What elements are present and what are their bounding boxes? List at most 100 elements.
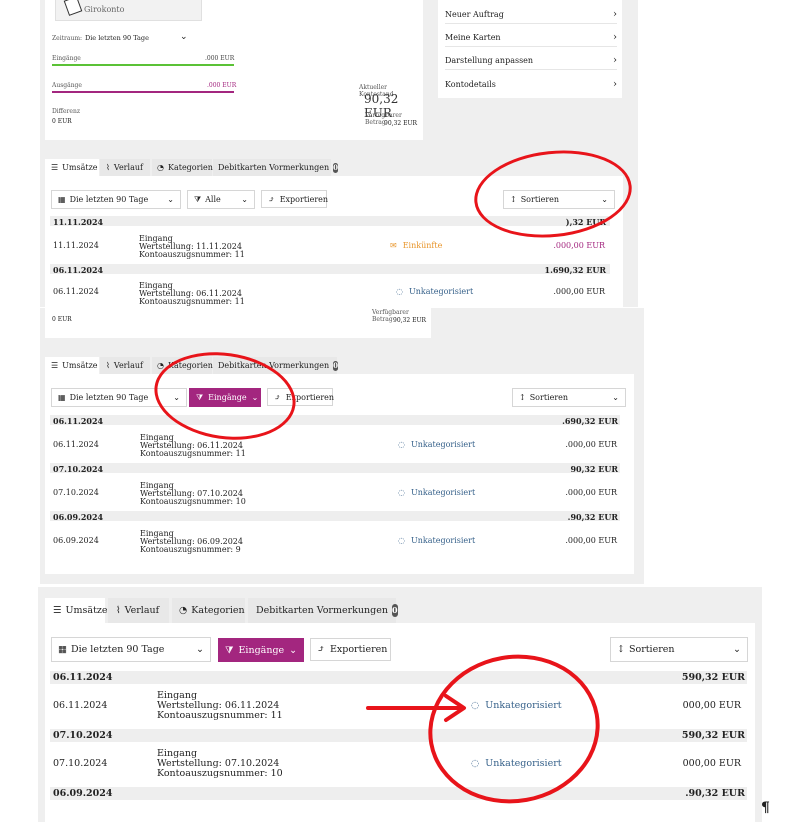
- tab-label: Umsätze: [62, 361, 98, 370]
- row-amount: .000,00 EUR: [553, 287, 605, 296]
- row-date: 06.11.2024: [53, 440, 99, 449]
- calendar-icon: ▦: [58, 644, 67, 655]
- difference-label: Differenz: [52, 108, 80, 115]
- row-line-3: Kontoauszugsnummer: 11: [157, 710, 283, 721]
- menu-item-new-order[interactable]: Neuer Auftrag ›: [445, 6, 617, 24]
- available-value: 90,32 EUR: [393, 317, 427, 324]
- sort-dropdown[interactable]: ↕ Sortieren ⌄: [610, 637, 748, 662]
- row-line-3: Kontoauszugsnummer: 9: [140, 545, 241, 554]
- count-badge: 0: [391, 604, 398, 617]
- category-label: Unkategorisiert: [410, 488, 476, 497]
- difference-value: 0 EUR: [52, 316, 72, 323]
- chevron-down-icon: ⌄: [196, 644, 204, 655]
- row-amount: .000,00 EUR: [565, 488, 617, 497]
- date-group-header: 06.11.2024 .690,32 EUR: [50, 415, 620, 426]
- tab-debit-card[interactable]: Debitkarten Vormerkungen 0: [248, 598, 398, 623]
- tab-label: Umsätze: [65, 605, 108, 616]
- table-row[interactable]: 07.10.2024 Eingang Wertstellung: 07.10.2…: [50, 477, 620, 511]
- row-date: 06.11.2024: [53, 287, 99, 296]
- group-total: 90,32 EUR: [570, 464, 618, 474]
- tab-categories[interactable]: ◔ Kategorien: [172, 598, 245, 623]
- chevron-down-icon: ⌄: [167, 195, 174, 204]
- filter-icon: ⧩: [194, 194, 202, 204]
- export-icon: ⤴: [317, 644, 325, 655]
- menu-item-account-details[interactable]: Kontodetails ›: [445, 75, 617, 93]
- period-select[interactable]: Die letzten 90 Tage ⌄: [85, 32, 195, 42]
- filter-dropdown[interactable]: ⧩ Alle ⌄: [187, 190, 255, 209]
- income-bar: [52, 64, 234, 66]
- row-date: 06.11.2024: [53, 700, 108, 711]
- row-line-3: Kontoauszugsnummer: 11: [140, 449, 246, 458]
- table-row[interactable]: 06.11.2024 Eingang Wertstellung: 06.11.2…: [50, 429, 620, 463]
- period-dropdown[interactable]: ▦ Die letzten 90 Tage ⌄: [51, 637, 211, 662]
- tab-history[interactable]: ⌇ Verlauf: [100, 357, 150, 374]
- tab-sales[interactable]: ☰ Umsätze: [45, 357, 99, 374]
- period-dropdown[interactable]: ▦ Die letzten 90 Tage ⌄: [51, 190, 181, 209]
- sort-label: Sortieren: [628, 644, 675, 655]
- tab-history[interactable]: ⌇ Verlauf: [100, 159, 150, 176]
- tab-label: Verlauf: [113, 163, 143, 172]
- row-line-3: Kontoauszugsnummer: 10: [157, 768, 283, 779]
- category-link[interactable]: ◌ Unkategorisiert: [398, 488, 475, 497]
- pie-chart-icon: ◔: [179, 605, 188, 616]
- account-summary-card: Girokonto Zeitraum: Die letzten 90 Tage …: [45, 0, 423, 140]
- date-group-header: 07.10.2024 90,32 EUR: [50, 463, 620, 474]
- tab-history[interactable]: ⌇ Verlauf: [108, 598, 169, 623]
- difference-value: 0 EUR: [52, 118, 72, 125]
- group-total: .690,32 EUR: [562, 416, 618, 426]
- sort-icon: ↕: [617, 644, 625, 655]
- row-amount: .000,00 EUR: [565, 536, 617, 545]
- tab-debit-card[interactable]: Debitkarten Vormerkungen 0: [213, 159, 338, 176]
- date-group-header: 06.09.2024 .90,32 EUR: [50, 511, 620, 522]
- date-group-header: 06.11.2024 1.690,32 EUR: [50, 264, 610, 275]
- count-badge: 0: [333, 360, 338, 371]
- tab-label: Verlauf: [113, 361, 143, 370]
- row-date: 11.11.2024: [53, 241, 99, 250]
- category-link[interactable]: ◌ Unkategorisiert: [398, 440, 475, 449]
- table-row[interactable]: 06.11.2024 Eingang Wertstellung: 06.11.2…: [50, 278, 610, 308]
- category-link[interactable]: ◌ Unkategorisiert: [398, 536, 475, 545]
- trend-icon: ⌇: [106, 361, 110, 370]
- summary-fragment: 0 EUR Verfügbarer Betrag 90,32 EUR: [45, 308, 431, 338]
- menu-item-customize-view[interactable]: Darstellung anpassen ›: [445, 52, 617, 70]
- export-button[interactable]: ⤴ Exportieren: [310, 638, 391, 661]
- trend-icon: ⌇: [116, 605, 121, 616]
- period-label: Zeitraum:: [52, 35, 83, 42]
- group-date: 07.10.2024: [53, 464, 104, 474]
- group-date: 06.09.2024: [53, 512, 104, 522]
- list-icon: ☰: [53, 605, 62, 616]
- row-amount: 000,00 EUR: [682, 758, 741, 769]
- chevron-down-icon: ⌄: [612, 393, 619, 402]
- period-dropdown-value: Die letzten 90 Tage: [70, 644, 165, 655]
- group-total: 590,32 EUR: [681, 672, 745, 683]
- row-amount: 000,00 EUR: [682, 700, 741, 711]
- sort-icon: ↕: [519, 393, 526, 402]
- table-row[interactable]: 07.10.2024 Eingang Wertstellung: 07.10.2…: [50, 743, 747, 787]
- filter-dropdown-active[interactable]: ⧩ Eingänge ⌄: [218, 638, 304, 662]
- tab-label: Debitkarten Vormerkungen: [218, 163, 330, 172]
- group-total: .90,32 EUR: [685, 788, 745, 799]
- tab-label: Umsätze: [62, 163, 98, 172]
- date-group-header: 06.11.2024 590,32 EUR: [50, 671, 747, 684]
- group-date: 06.11.2024: [53, 672, 113, 683]
- export-button[interactable]: ⤴ Exportieren: [261, 190, 328, 208]
- count-badge: 0: [333, 162, 338, 173]
- tab-sales[interactable]: ☰ Umsätze: [45, 159, 99, 176]
- table-row[interactable]: 06.09.2024 Eingang Wertstellung: 06.09.2…: [50, 525, 620, 559]
- chevron-right-icon: ›: [613, 78, 617, 90]
- tab-sales[interactable]: ☰ Umsätze: [45, 598, 108, 623]
- panel-2: 0 EUR Verfügbarer Betrag 90,32 EUR ☰ Umsä…: [40, 308, 644, 584]
- category-label: Unkategorisiert: [410, 536, 476, 545]
- account-tile[interactable]: Girokonto: [55, 0, 202, 21]
- period-dropdown-value: Die letzten 90 Tage: [69, 195, 149, 204]
- category-link[interactable]: ✉ Einkünfte: [390, 241, 442, 250]
- available-value: 90,32 EUR: [384, 120, 418, 127]
- menu-item-my-cards[interactable]: Meine Karten ›: [445, 29, 617, 47]
- tab-label: Kategorien: [191, 605, 245, 616]
- group-date: 07.10.2024: [53, 730, 113, 741]
- category-link[interactable]: ◌ Unkategorisiert: [396, 287, 473, 296]
- sort-dropdown[interactable]: ↕ Sortieren ⌄: [512, 388, 626, 407]
- tab-categories[interactable]: ◔ Kategorien: [152, 159, 213, 176]
- category-label: Unkategorisiert: [408, 287, 474, 296]
- date-group-header: 07.10.2024 590,32 EUR: [50, 729, 747, 742]
